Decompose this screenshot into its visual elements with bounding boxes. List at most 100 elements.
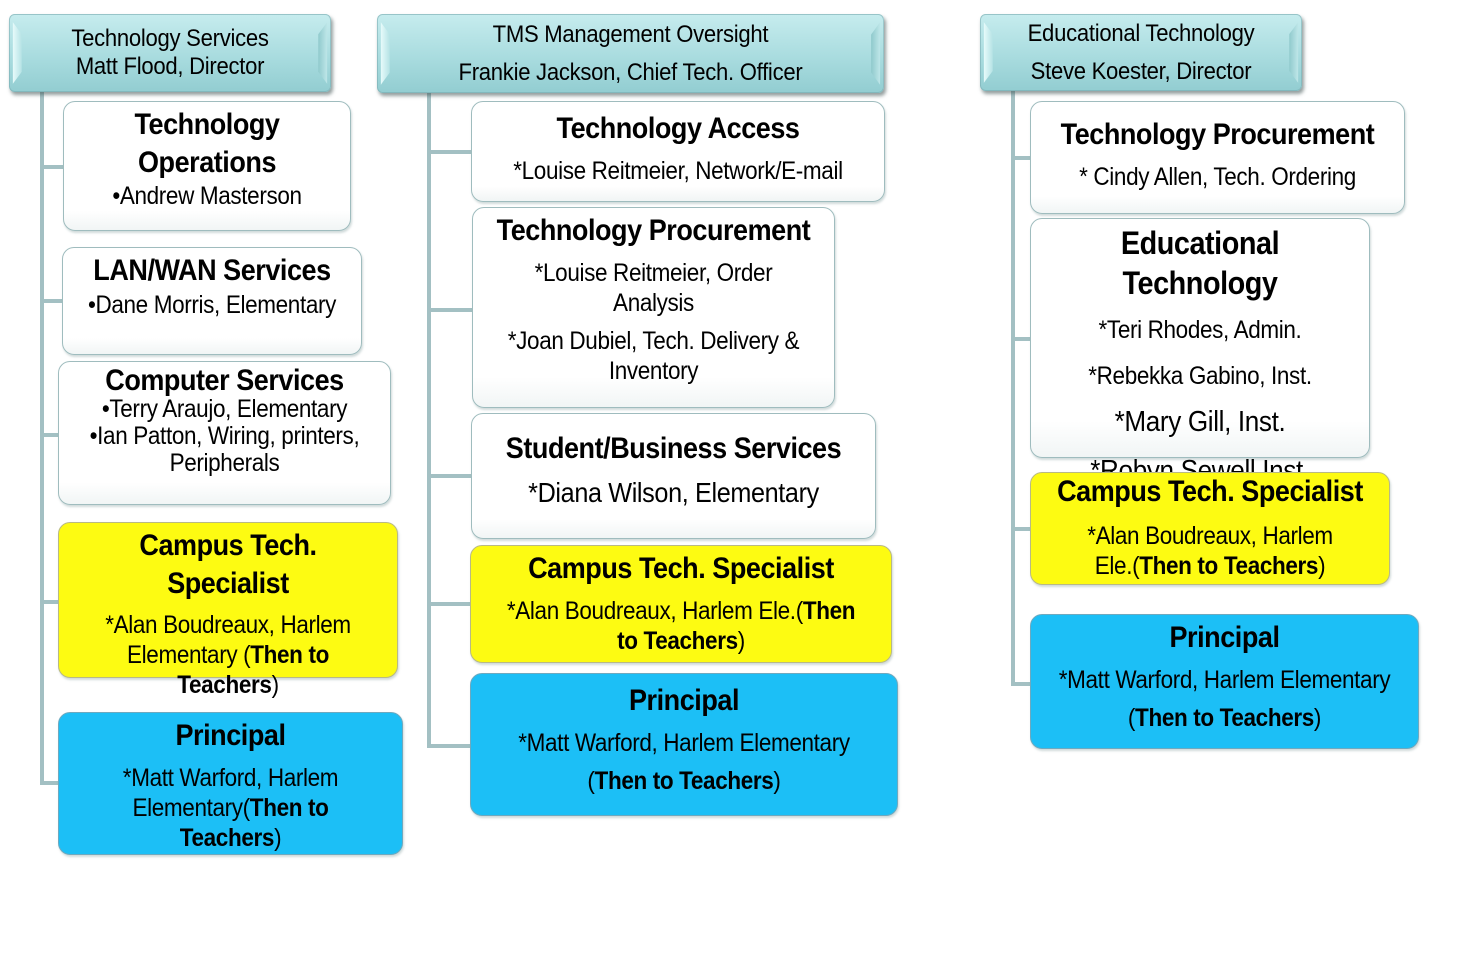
connector-vertical <box>427 92 431 748</box>
unit-technology-access: Technology Access *Louise Reitmeier, Net… <box>471 101 885 202</box>
connector-horizontal <box>427 150 472 154</box>
unit-member: *Teri Rhodes, Admin. <box>1098 316 1302 344</box>
unit-member: *Matt Warford, Harlem Elementary <box>518 728 850 757</box>
unit-title: Principal <box>629 684 739 717</box>
member-text: ) <box>737 626 746 655</box>
unit-campus-tech-specialist: Campus Tech. Specialist *Alan Boudreaux,… <box>1030 472 1390 585</box>
member-emphasis: Then to <box>250 641 329 669</box>
member-emphasis: Then to <box>249 793 329 822</box>
connector-horizontal <box>40 299 62 303</box>
unit-technology-operations: Technology Operations •Andrew Masterson <box>63 101 351 231</box>
unit-member: * Cindy Allen, Tech. Ordering <box>1079 162 1356 191</box>
member-emphasis: Then to Teachers <box>594 766 774 795</box>
unit-title: Technology <box>134 108 280 141</box>
unit-title: Technology Access <box>556 112 800 145</box>
unit-principal: Principal *Matt Warford, Harlem Elementa… <box>470 673 898 816</box>
unit-member: *Louise Reitmeier, Network/E-mail <box>513 156 843 185</box>
connector-vertical <box>1011 90 1015 686</box>
connector-horizontal <box>1011 682 1031 686</box>
unit-member: *Alan Boudreaux, Harlem <box>105 611 351 639</box>
unit-member: Peripherals <box>169 449 280 477</box>
unit-member: Ele.(Then to Teachers) <box>1049 551 1371 581</box>
unit-member: Elementary(Then to <box>76 793 385 823</box>
unit-member: *Matt Warford, Harlem Elementary <box>1058 665 1391 694</box>
member-emphasis: Then to Teachers <box>1135 703 1314 732</box>
member-text: ) <box>271 671 280 699</box>
unit-member: •Dane Morris, Elementary <box>87 290 337 319</box>
unit-member: *Alan Boudreaux, Harlem <box>1087 522 1333 550</box>
unit-member: Inventory <box>608 356 699 385</box>
member-emphasis: Then to Teachers <box>1139 552 1319 580</box>
connector-horizontal <box>40 600 58 604</box>
unit-member: •Terry Araujo, Elementary <box>101 395 348 423</box>
unit-member: Teachers) <box>76 823 385 853</box>
unit-member: •Ian Patton, Wiring, printers, <box>89 422 360 450</box>
connector-horizontal <box>40 781 58 785</box>
member-emphasis: Teachers <box>179 823 275 852</box>
member-text: Elementary ( <box>127 641 251 669</box>
unit-member: *Alan Boudreaux, Harlem Ele.(Then <box>492 596 870 626</box>
connector-horizontal <box>1011 337 1031 341</box>
member-text: *Alan Boudreaux, Harlem Ele.( <box>506 596 803 625</box>
unit-principal: Principal *Matt Warford, Harlem Elementa… <box>58 712 403 855</box>
unit-technology-procurement: Technology Procurement * Cindy Allen, Te… <box>1030 101 1405 214</box>
member-text: ( <box>587 766 595 795</box>
unit-member: *Mary Gill, Inst. <box>1114 406 1286 438</box>
unit-member: Elementary (Then to <box>76 640 380 670</box>
header-technology-services: Technology Services Matt Flood, Director <box>9 14 331 92</box>
unit-computer-services: Computer Services •Terry Araujo, Element… <box>58 361 391 505</box>
member-emphasis: Teachers <box>177 671 272 699</box>
connector-horizontal <box>1011 156 1031 160</box>
connector-vertical <box>40 90 44 784</box>
member-emphasis: to Teachers <box>617 626 738 655</box>
unit-title: Campus Tech. Specialist <box>1057 475 1363 508</box>
connector-horizontal <box>427 744 471 748</box>
unit-member: *Diana Wilson, Elementary <box>528 476 819 508</box>
unit-member: •Andrew Masterson <box>112 182 302 210</box>
unit-lan-wan-services: LAN/WAN Services •Dane Morris, Elementar… <box>62 247 362 355</box>
member-text: Elementary( <box>132 793 250 822</box>
unit-member: *Joan Dubiel, Tech. Delivery & <box>507 326 800 355</box>
header-person: Matt Flood, Director <box>75 53 265 80</box>
unit-title: Principal <box>1169 621 1280 654</box>
unit-principal: Principal *Matt Warford, Harlem Elementa… <box>1030 614 1419 749</box>
unit-member: (Then to Teachers) <box>1050 703 1398 733</box>
unit-campus-tech-specialist: Campus Tech. Specialist *Alan Boudreaux,… <box>58 522 398 699</box>
connector-horizontal <box>40 165 64 169</box>
unit-student-business-services: Student/Business Services *Diana Wilson,… <box>471 413 876 539</box>
connector-horizontal <box>427 474 472 478</box>
member-emphasis: Then <box>802 596 856 625</box>
unit-title: Operations <box>137 145 277 179</box>
unit-member: Analysis <box>613 288 694 317</box>
member-text: ) <box>1318 552 1326 580</box>
unit-member: Teachers) <box>76 670 380 700</box>
unit-title: Educational Technology <box>1120 225 1280 301</box>
unit-campus-tech-specialist: Campus Tech. Specialist *Alan Boudreaux,… <box>470 545 892 663</box>
unit-member: *Matt Warford, Harlem <box>122 763 339 792</box>
unit-title: Student/Business Services <box>505 432 842 465</box>
unit-technology-procurement: Technology Procurement *Louise Reitmeier… <box>472 207 835 408</box>
header-tms-management-oversight: TMS Management Oversight Frankie Jackson… <box>377 14 884 93</box>
unit-member: *Louise Reitmeier, Order <box>534 258 773 287</box>
header-title: Educational Technology <box>1027 19 1255 47</box>
unit-member: to Teachers) <box>492 626 870 656</box>
unit-title: LAN/WAN Services <box>93 254 331 287</box>
connector-horizontal <box>1011 527 1031 531</box>
member-text: ) <box>274 823 282 852</box>
header-person: Frankie Jackson, Chief Tech. Officer <box>458 58 803 86</box>
header-title: TMS Management Oversight <box>492 20 769 48</box>
unit-title: Campus Tech. Specialist <box>139 529 317 600</box>
header-person: Steve Koester, Director <box>1030 57 1252 85</box>
connector-horizontal <box>427 602 471 606</box>
connector-horizontal <box>427 308 472 312</box>
header-educational-technology: Educational Technology Steve Koester, Di… <box>980 14 1302 91</box>
member-text: ) <box>773 766 781 795</box>
unit-educational-technology: Educational Technology *Teri Rhodes, Adm… <box>1030 218 1370 487</box>
unit-title: Technology Procurement <box>496 214 811 247</box>
unit-title: Principal <box>175 719 286 752</box>
member-text: ) <box>1313 703 1322 732</box>
unit-title: Computer Services <box>105 364 344 397</box>
member-text: Ele.( <box>1094 552 1140 580</box>
header-title: Technology Services <box>71 25 269 52</box>
unit-title: Campus Tech. Specialist <box>528 552 834 585</box>
